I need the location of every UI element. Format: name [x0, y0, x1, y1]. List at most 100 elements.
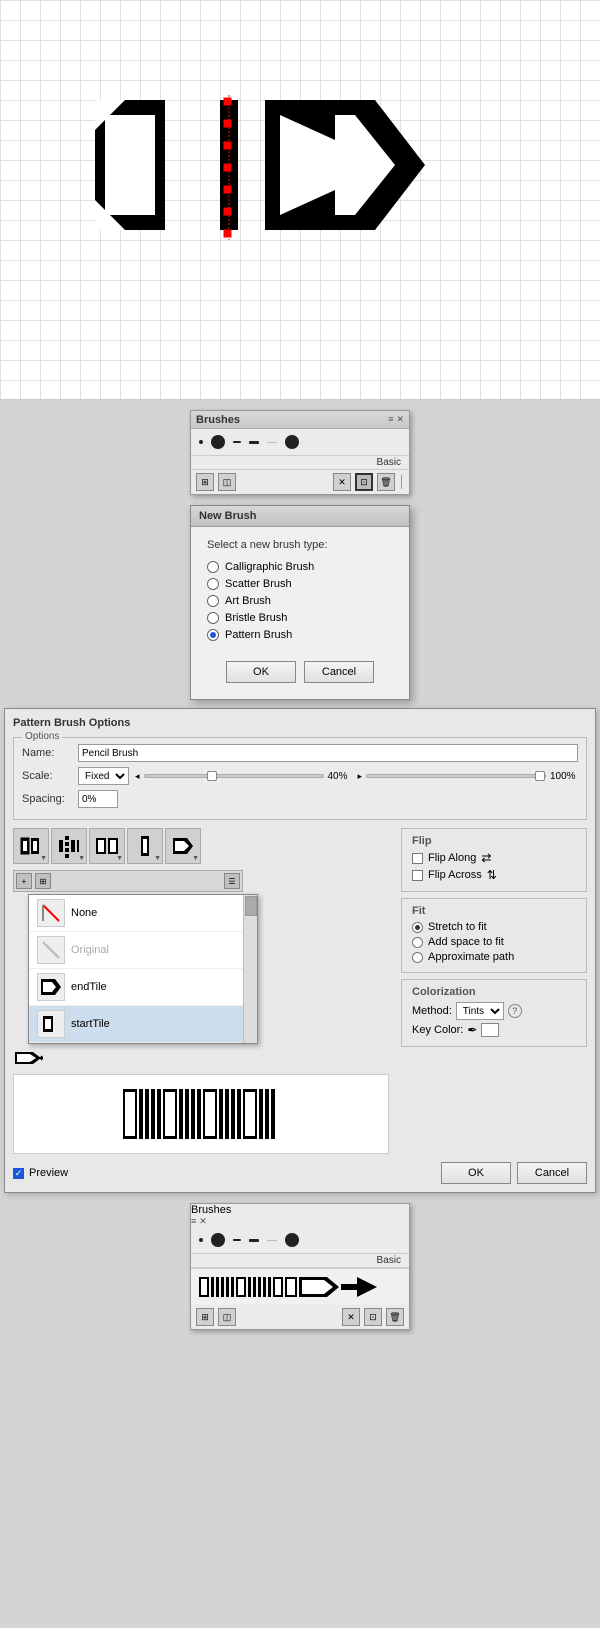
library-icon[interactable]: ⊞ [196, 473, 214, 491]
preview-checkbox[interactable]: ✓ [13, 1168, 24, 1179]
preview-checkmark: ✓ [15, 1168, 23, 1179]
fit-stretch-row: Stretch to fit [412, 921, 576, 933]
pbo-name-input[interactable] [78, 744, 578, 762]
brush-dash-medium[interactable] [249, 441, 259, 444]
dropdown-item-starttile[interactable]: startTile [29, 1006, 257, 1043]
scale-slider-track[interactable] [144, 774, 324, 778]
folder-icon[interactable]: ◫ [218, 473, 236, 491]
radio-calligraphic[interactable] [207, 561, 219, 573]
pbo-scale-pct: 40% [328, 771, 354, 782]
pattern-brush-options-panel: Pattern Brush Options Options Name: Scal… [4, 708, 596, 1193]
brush2-dot-small[interactable] [199, 1238, 203, 1242]
dropdown-item-none[interactable]: None [29, 895, 257, 932]
brush-type-radio-group: Calligraphic Brush Scatter Brush Art Bru… [207, 561, 393, 641]
scale-arrow-left: ◂ [135, 771, 140, 782]
brush-type-scatter[interactable]: Scatter Brush [207, 578, 393, 590]
pbo-scale-slider-container: ◂ 40% ▸ 100% [135, 771, 578, 782]
brush2-dash-small[interactable] [233, 1239, 241, 1241]
brush-type-art[interactable]: Art Brush [207, 595, 393, 607]
dropdown-scrollbar[interactable] [243, 895, 257, 1043]
dropdown-original-label: Original [71, 944, 109, 956]
trash-icon[interactable]: 🗑 [377, 473, 395, 491]
brush-type-bristle[interactable]: Bristle Brush [207, 612, 393, 624]
arrow-indicator [13, 1048, 389, 1068]
brush-dash-small[interactable] [233, 441, 241, 443]
info-icon[interactable]: ? [508, 1004, 522, 1018]
fit-space-row: Add space to fit [412, 936, 576, 948]
pbo-scale-select[interactable]: Fixed [78, 767, 129, 785]
panel-collapse-icon[interactable]: ≡ [388, 414, 393, 425]
radio-art[interactable] [207, 595, 219, 607]
brush-dot-small[interactable] [199, 440, 203, 444]
tile-button-3[interactable]: ▼ [89, 828, 125, 864]
mini-icon-list[interactable]: ☰ [224, 873, 240, 889]
pbo-spacing-input[interactable] [78, 790, 118, 808]
pbo-options-section: Options Name: Scale: Fixed ◂ 40% ▸ 100% [13, 737, 587, 820]
library2-icon[interactable]: ⊞ [196, 1308, 214, 1326]
mini-icon-grid[interactable]: ⊞ [35, 873, 51, 889]
pbo-cancel-button[interactable]: Cancel [517, 1162, 587, 1184]
mini-icon-add[interactable]: + [16, 873, 32, 889]
dropdown-none-label: None [71, 907, 97, 919]
pbo-ok-button[interactable]: OK [441, 1162, 511, 1184]
brush2-dash-medium[interactable] [249, 1239, 259, 1242]
panel-close-icon[interactable]: ✕ [396, 414, 404, 425]
scale-slider-track2[interactable] [366, 774, 546, 778]
panel2-collapse-icon[interactable]: ≡ [191, 1216, 196, 1227]
pbo-scale-label: Scale: [22, 770, 72, 782]
delete-brush-icon[interactable]: ✕ [333, 473, 351, 491]
brushes-panel-2: Brushes ≡ ✕ Basic [190, 1203, 410, 1330]
new-brush2-icon[interactable]: ⊡ [364, 1308, 382, 1326]
trash2-icon[interactable]: 🗑 [386, 1308, 404, 1326]
new-brush-icon[interactable]: ⊡ [355, 473, 373, 491]
brushes-panel-1: Brushes ≡ ✕ Basic ⊞ ◫ ✕ ⊡ 🗑 [190, 410, 410, 495]
fit-space-radio[interactable] [412, 937, 423, 948]
folder2-icon[interactable]: ◫ [218, 1308, 236, 1326]
pbo-action-buttons: OK Cancel [441, 1162, 587, 1184]
new-brush-ok-button[interactable]: OK [226, 661, 296, 683]
brush-dot-round[interactable] [285, 435, 299, 449]
pbo-left-column: ▼ ▼ [13, 828, 389, 1154]
flip-title: Flip [412, 835, 576, 847]
brush-type-pattern[interactable]: Pattern Brush [207, 629, 393, 641]
brushes-panel2-titlebar: Brushes ≡ ✕ [191, 1204, 409, 1227]
tile-button-2[interactable]: ▼ [51, 828, 87, 864]
brush2-dot-large[interactable] [211, 1233, 225, 1247]
dropdown-item-endtile[interactable]: endTile [29, 969, 257, 1006]
preview-checkbox-row: ✓ Preview [13, 1167, 68, 1179]
radio-bristle[interactable] [207, 612, 219, 624]
scrollbar-thumb[interactable] [245, 896, 257, 916]
delete2-icon[interactable]: ✕ [342, 1308, 360, 1326]
flip-along-icon: ⇄ [481, 851, 491, 865]
tile-button-4[interactable]: ▼ [127, 828, 163, 864]
brush2-dot-round[interactable] [285, 1233, 299, 1247]
method-select[interactable]: Tints [456, 1002, 504, 1020]
scale-slider-thumb2[interactable] [535, 771, 545, 781]
flip-along-checkbox[interactable] [412, 853, 423, 864]
radio-scatter[interactable] [207, 578, 219, 590]
endtile-icon [37, 973, 65, 1001]
pbo-scale-row: Scale: Fixed ◂ 40% ▸ 100% [22, 767, 578, 785]
flip-across-row: Flip Across ⇅ [412, 868, 576, 882]
pbo-main-content: ▼ ▼ [13, 828, 587, 1154]
brush-type-calligraphic[interactable]: Calligraphic Brush [207, 561, 393, 573]
flip-across-checkbox[interactable] [412, 870, 423, 881]
pencil-brush-row[interactable] [191, 1268, 409, 1305]
brushes2-dots-row [191, 1227, 409, 1254]
tile-button-1[interactable]: ▼ [13, 828, 49, 864]
key-color-swatch[interactable] [481, 1023, 499, 1037]
new-brush-cancel-button[interactable]: Cancel [304, 661, 374, 683]
panel2-close-icon[interactable]: ✕ [199, 1216, 207, 1227]
tile-button-5[interactable]: ▼ [165, 828, 201, 864]
fit-stretch-radio[interactable] [412, 922, 423, 933]
brushes-panel-titlebar: Brushes ≡ ✕ [191, 411, 409, 429]
fit-approx-radio[interactable] [412, 952, 423, 963]
brush-dot-large[interactable] [211, 435, 225, 449]
fit-title: Fit [412, 905, 576, 917]
radio-pattern[interactable] [207, 629, 219, 641]
dropdown-item-original[interactable]: Original [29, 932, 257, 969]
scale-slider-thumb[interactable] [207, 771, 217, 781]
brushes-toolbar: ⊞ ◫ ✕ ⊡ 🗑 [191, 470, 409, 494]
eyedropper-icon[interactable]: ✒ [467, 1023, 477, 1037]
starttile-icon [37, 1010, 65, 1038]
